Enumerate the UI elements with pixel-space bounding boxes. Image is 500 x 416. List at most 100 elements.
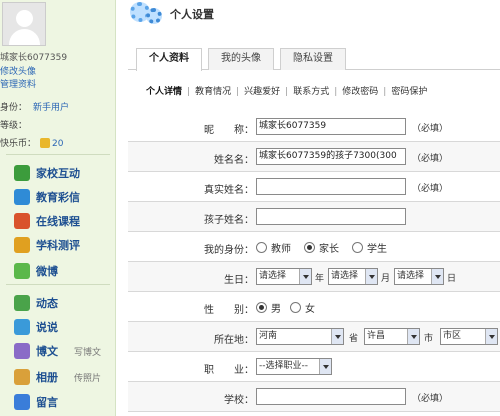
identity-row: 身份： 新手用户 (0, 100, 69, 113)
sidebar-item-home-school[interactable]: 家校互动 (14, 164, 80, 182)
form-row-gender: 性 别： 男 女 (128, 292, 500, 322)
sidebar-item-blog[interactable]: 博文 写博文 (14, 342, 101, 360)
subnav-contact[interactable]: 联系方式 (293, 87, 329, 97)
identity-value[interactable]: 新手用户 (33, 103, 69, 113)
radio-dot[interactable] (352, 242, 363, 253)
select-value: --选择职业-- (259, 361, 308, 371)
form-row-school: 学校： （必填） (128, 382, 500, 412)
select-value: 请选择 (259, 271, 287, 281)
birthday-month-select[interactable]: 请选择 (328, 268, 378, 285)
chevron-down-icon[interactable] (485, 329, 497, 344)
home-school-icon (14, 165, 30, 181)
form-row-birthday: 生日： 请选择 年 请选择 月 请选择 日 (128, 262, 500, 292)
select-value: 请选择 (397, 271, 425, 281)
form-row-truename: 真实姓名： （必填） (128, 172, 500, 202)
test-icon (14, 237, 30, 253)
school-input[interactable] (256, 388, 406, 405)
sidebar-item-edu-message[interactable]: 教育彩信 (14, 188, 80, 206)
chevron-down-icon[interactable] (431, 269, 443, 284)
subnav-separator: | (236, 87, 240, 97)
radio-dot[interactable] (256, 302, 267, 313)
sidebar-item-weibo[interactable]: 微博 (14, 262, 58, 280)
select-value: 市区 (443, 331, 462, 341)
upload-photo-link[interactable]: 传照片 (74, 371, 101, 384)
radio-dot[interactable] (290, 302, 301, 313)
sidebar-item-label: 微博 (36, 265, 58, 278)
city-unit: 市 (424, 334, 434, 344)
chevron-down-icon[interactable] (331, 329, 343, 344)
message-icon (14, 189, 30, 205)
gender-label: 性 别： (204, 305, 254, 316)
select-value: 许昌 (367, 331, 386, 341)
gender-radio-female[interactable]: 女 (290, 300, 315, 315)
tab-privacy[interactable]: 隐私设置 (280, 48, 346, 70)
subnav-separator: | (285, 87, 289, 97)
province-select[interactable]: 河南 (256, 328, 344, 345)
sidebar-item-online-course[interactable]: 在线课程 (14, 212, 80, 230)
displayname-input[interactable]: 城家长6077359的孩子7300(300 (256, 148, 406, 165)
course-icon (14, 213, 30, 229)
subnav-personal-details[interactable]: 个人详情 (146, 87, 182, 97)
manage-profile-link[interactable]: 管理资料 (0, 77, 36, 90)
chevron-down-icon[interactable] (319, 359, 331, 374)
tab-profile[interactable]: 个人资料 (136, 48, 202, 71)
province-unit: 省 (349, 334, 359, 344)
job-select[interactable]: --选择职业-- (256, 358, 332, 375)
radio-label: 女 (305, 304, 315, 315)
truename-input[interactable] (256, 178, 406, 195)
gender-radio-male[interactable]: 男 (256, 300, 281, 315)
page-title: 个人设置 (170, 8, 214, 21)
sidebar-item-chat[interactable]: 说说 (14, 318, 58, 336)
sidebar-item-label: 在线课程 (36, 215, 80, 228)
avatar[interactable] (2, 2, 46, 46)
edit-avatar-link[interactable]: 修改头像 (0, 64, 36, 77)
sidebar-item-guestbook[interactable]: 留言 (14, 393, 58, 411)
subnav-separator: | (383, 87, 387, 97)
nickname-input[interactable]: 城家长6077359 (256, 118, 406, 135)
city-select[interactable]: 许昌 (364, 328, 420, 345)
sidebar-item-activity[interactable]: 动态 (14, 294, 58, 312)
school-label: 学校： (224, 395, 254, 406)
identity-radio-student[interactable]: 学生 (352, 240, 387, 255)
coins-row: 快乐币： 20 (0, 136, 63, 149)
childname-label: 孩子姓名： (204, 215, 254, 226)
sidebar-item-label: 动态 (36, 297, 58, 310)
displayname-label: 姓名名： (214, 155, 254, 166)
birthday-day-select[interactable]: 请选择 (394, 268, 444, 285)
childname-input[interactable] (256, 208, 406, 225)
subnav-change-password[interactable]: 修改密码 (342, 87, 378, 97)
write-blog-link[interactable]: 写博文 (74, 345, 101, 358)
radio-label: 家长 (319, 244, 339, 255)
subnav-password-protection[interactable]: 密码保护 (391, 87, 427, 97)
radio-dot[interactable] (304, 242, 315, 253)
form-row-childname: 孩子姓名： (128, 202, 500, 232)
sidebar-divider (6, 154, 110, 155)
tab-avatar[interactable]: 我的头像 (208, 48, 274, 70)
sidebar-item-subject-test[interactable]: 学科测评 (14, 236, 80, 254)
chevron-down-icon[interactable] (365, 269, 377, 284)
sidebar: 城家长6077359 修改头像 管理资料 身份： 新手用户 等级： 快乐币： 20 … (0, 0, 116, 416)
form-row-identity: 我的身份： 教师 家长 学生 (128, 232, 500, 262)
chevron-down-icon[interactable] (407, 329, 419, 344)
level-label: 等级： (0, 121, 28, 131)
subnav-interests[interactable]: 兴趣爱好 (244, 87, 280, 97)
month-unit: 月 (381, 274, 391, 284)
required-note: （必填） (412, 124, 449, 134)
coin-icon (40, 138, 51, 148)
chevron-down-icon[interactable] (299, 269, 311, 284)
tab-bar: 个人资料 我的头像 隐私设置 (128, 48, 500, 71)
select-value: 河南 (259, 331, 278, 341)
weibo-icon (14, 263, 30, 279)
guestbook-icon (14, 394, 30, 410)
identity-radio-teacher[interactable]: 教师 (256, 240, 291, 255)
sidebar-item-label: 说说 (36, 321, 58, 334)
form-row-location: 所在地： 河南 省 许昌 市 市区 (128, 322, 500, 352)
district-select[interactable]: 市区 (440, 328, 498, 345)
identity-field-label: 我的身份： (204, 245, 254, 256)
identity-radio-parent[interactable]: 家长 (304, 240, 339, 255)
radio-dot[interactable] (256, 242, 267, 253)
subnav-education[interactable]: 教育情况 (195, 87, 231, 97)
sidebar-divider (6, 284, 110, 285)
birthday-year-select[interactable]: 请选择 (256, 268, 312, 285)
sidebar-item-album[interactable]: 相册 传照片 (14, 368, 101, 386)
